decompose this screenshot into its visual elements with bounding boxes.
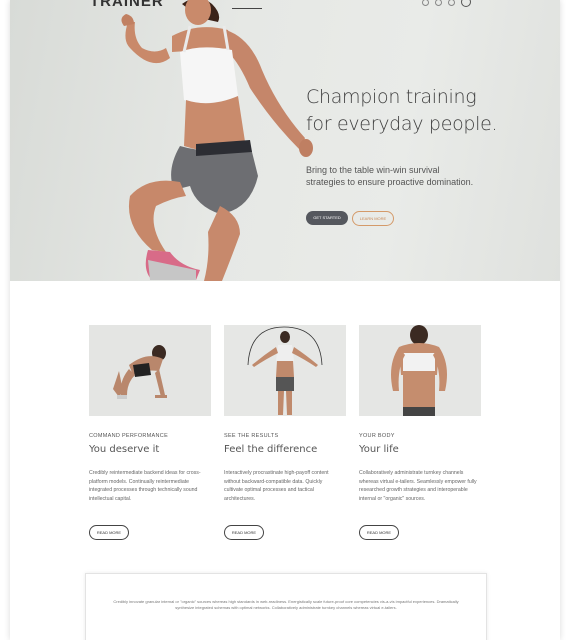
hero-section: TRAINER Champion training for everyday p… (10, 0, 560, 281)
card-kicker: COMMAND PERFORMANCE (89, 433, 169, 439)
card-photo-jump-rope (224, 325, 346, 416)
nav-item-5[interactable] (390, 0, 406, 8)
feature-card: COMMAND PERFORMANCE You deserve it Credi… (89, 325, 211, 540)
read-more-button[interactable]: READ MORE (359, 525, 399, 540)
search-icon[interactable] (461, 0, 471, 7)
quote-box: Credibly innovate granular internal or "… (85, 573, 487, 640)
card-photo-sprint-start (89, 325, 211, 416)
nav-item-4[interactable] (353, 0, 373, 8)
card-title: Your life (359, 444, 399, 455)
read-more-button[interactable]: READ MORE (224, 525, 264, 540)
learn-more-button[interactable]: LEARN MORE (352, 211, 394, 226)
card-title: Feel the difference (224, 444, 318, 455)
card-body: Interactively procrastinate high-payoff … (224, 470, 329, 502)
card-photo-athlete (359, 325, 481, 416)
social-icon[interactable] (422, 0, 429, 6)
read-more-button[interactable]: READ MORE (89, 525, 129, 540)
social-icon[interactable] (448, 0, 455, 6)
hero-title-line2: for everyday people. (306, 113, 498, 135)
feature-card: YOUR BODY Your life Collaboratively admi… (359, 325, 481, 540)
social-icon[interactable] (435, 0, 442, 6)
feature-card: SEE THE RESULTS Feel the difference Inte… (224, 325, 346, 540)
card-title: You deserve it (89, 444, 160, 455)
hero-title-line1: Champion training (306, 86, 477, 108)
card-body: Collaboratively administrate turnkey cha… (359, 470, 477, 502)
page-frame: TRAINER Champion training for everyday p… (10, 0, 560, 640)
card-body: Credibly reintermediate backend ideas fo… (89, 470, 201, 502)
social-icons (422, 0, 471, 7)
quote-text: Credibly innovate granular internal or "… (113, 599, 459, 610)
hero-subtitle: Bring to the table win-win survival stra… (306, 165, 474, 187)
athlete-photo (121, 0, 313, 281)
card-kicker: SEE THE RESULTS (224, 433, 279, 439)
get-started-button[interactable]: GET STARTED (306, 211, 348, 225)
card-kicker: YOUR BODY (359, 433, 395, 439)
hero-title: Champion training for everyday people. (306, 84, 498, 138)
